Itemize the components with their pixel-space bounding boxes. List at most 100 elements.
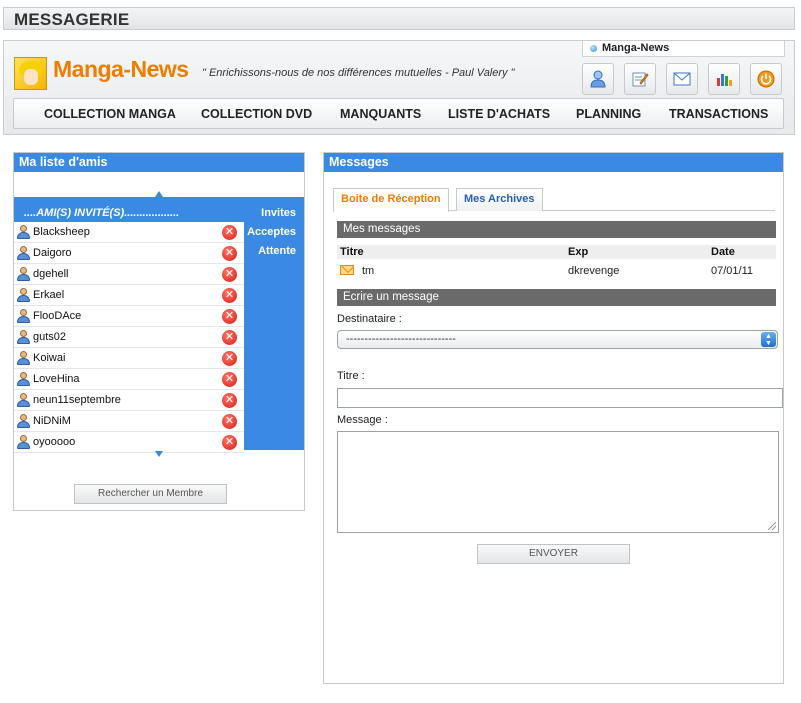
tab-invites[interactable]: Invites	[261, 207, 296, 219]
col-exp: Exp	[568, 246, 589, 258]
tab-inbox[interactable]: Boite de Réception	[333, 188, 449, 212]
user-icon	[17, 288, 30, 302]
friends-list-area: ....AMI(S) INVITÉ(S).................. I…	[14, 197, 304, 453]
friend-name[interactable]: Blacksheep	[33, 226, 90, 238]
remove-friend-icon[interactable]: ✕	[222, 330, 237, 345]
nav-planning[interactable]: PLANNING	[576, 107, 641, 121]
inbox-section-header: Mes messages	[337, 221, 776, 238]
friend-name[interactable]: Koiwai	[33, 352, 65, 364]
site-switcher[interactable]: Manga-News	[582, 41, 785, 57]
nav-liste-achats[interactable]: LISTE D'ACHATS	[448, 107, 550, 121]
title-label: Titre :	[337, 370, 365, 382]
nav-collection-dvd[interactable]: COLLECTION DVD	[201, 107, 312, 121]
user-icon	[17, 246, 30, 260]
friend-name[interactable]: Erkael	[33, 289, 64, 301]
friend-row[interactable]: Koiwai ✕	[14, 348, 244, 369]
logo-text[interactable]: Manga-News	[53, 56, 189, 83]
bullet-icon	[590, 45, 597, 52]
remove-friend-icon[interactable]: ✕	[222, 267, 237, 282]
power-icon	[757, 70, 775, 88]
col-date: Date	[711, 246, 735, 258]
message-row[interactable]: tm dkrevenge 07/01/11	[337, 263, 776, 279]
invited-friends-header: ....AMI(S) INVITÉ(S)..................	[24, 207, 180, 219]
mail-icon	[673, 72, 691, 86]
logo-image[interactable]	[14, 57, 47, 90]
friend-row[interactable]: LoveHina ✕	[14, 369, 244, 390]
search-member-button[interactable]: Rechercher un Membre	[74, 484, 227, 504]
message-tabs: Boite de Réception Mes Archives	[333, 188, 775, 212]
edit-icon	[632, 72, 649, 87]
user-icon	[17, 372, 30, 386]
friend-row[interactable]: Erkael ✕	[14, 285, 244, 306]
friend-list: Blacksheep ✕ Daigoro ✕ dgehell ✕ Erkael ✕ FlooDA…	[14, 222, 244, 453]
scroll-down-icon[interactable]	[155, 451, 163, 457]
message-textarea[interactable]	[337, 431, 779, 533]
message-title[interactable]: tm	[362, 265, 374, 277]
logout-button[interactable]	[750, 63, 782, 95]
send-button[interactable]: ENVOYER	[477, 544, 630, 564]
stats-button[interactable]	[708, 63, 740, 95]
recipient-select[interactable]: ------------------------------ ▲ ▼	[337, 330, 778, 349]
user-icon	[17, 414, 30, 428]
remove-friend-icon[interactable]: ✕	[222, 414, 237, 429]
user-icon	[17, 351, 30, 365]
remove-friend-icon[interactable]: ✕	[222, 288, 237, 303]
remove-friend-icon[interactable]: ✕	[222, 309, 237, 324]
site-header: Manga-News Manga-News " Enrichissons-nou…	[3, 40, 795, 135]
bar-chart-icon	[717, 74, 732, 86]
recipient-value: ------------------------------	[346, 333, 456, 345]
friend-name[interactable]: oyooooo	[33, 436, 75, 448]
page-title-bar: MESSAGERIE	[3, 7, 795, 30]
profile-button[interactable]	[582, 63, 614, 95]
friend-row[interactable]: neun11septembre ✕	[14, 390, 244, 411]
remove-friend-icon[interactable]: ✕	[222, 435, 237, 450]
user-icon	[17, 330, 30, 344]
friend-name[interactable]: FlooDAce	[33, 310, 81, 322]
remove-friend-icon[interactable]: ✕	[222, 393, 237, 408]
user-icon	[17, 393, 30, 407]
message-label: Message :	[337, 414, 388, 426]
tab-attente[interactable]: Attente	[258, 245, 296, 257]
friend-row[interactable]: dgehell ✕	[14, 264, 244, 285]
friend-name[interactable]: dgehell	[33, 268, 68, 280]
friends-panel: Ma liste d'amis ....AMI(S) INVITÉ(S)....…	[13, 152, 305, 511]
friend-row[interactable]: Daigoro ✕	[14, 243, 244, 264]
col-titre: Titre	[340, 246, 364, 258]
mail-button[interactable]	[666, 63, 698, 95]
nav-collection-manga[interactable]: COLLECTION MANGA	[44, 107, 176, 121]
user-icon	[17, 267, 30, 281]
compose-section-header: Ecrire un message	[337, 289, 776, 306]
envelope-icon	[340, 265, 354, 275]
user-icon	[17, 309, 30, 323]
friend-name[interactable]: LoveHina	[33, 373, 79, 385]
friend-name[interactable]: Daigoro	[33, 247, 72, 259]
tab-acceptes[interactable]: Acceptes	[247, 226, 296, 238]
nav-transactions[interactable]: TRANSACTIONS	[669, 107, 768, 121]
friend-row[interactable]: oyooooo ✕	[14, 432, 244, 453]
friend-row[interactable]: guts02 ✕	[14, 327, 244, 348]
friend-row[interactable]: FlooDAce ✕	[14, 306, 244, 327]
messages-panel-title: Messages	[324, 153, 783, 172]
friend-row[interactable]: NiDNiM ✕	[14, 411, 244, 432]
nav-manquants[interactable]: MANQUANTS	[340, 107, 421, 121]
message-sender: dkrevenge	[568, 265, 620, 277]
message-date: 07/01/11	[711, 265, 754, 277]
edit-button[interactable]	[624, 63, 656, 95]
user-icon	[17, 435, 30, 449]
title-input[interactable]	[337, 388, 783, 408]
remove-friend-icon[interactable]: ✕	[222, 225, 237, 240]
user-icon	[590, 70, 606, 88]
friend-name[interactable]: neun11septembre	[33, 394, 121, 406]
page-title: MESSAGERIE	[14, 10, 130, 29]
remove-friend-icon[interactable]: ✕	[222, 372, 237, 387]
friend-name[interactable]: NiDNiM	[33, 415, 71, 427]
tab-archives[interactable]: Mes Archives	[456, 188, 543, 211]
select-arrows-icon: ▲ ▼	[761, 332, 776, 347]
recipient-label: Destinataire :	[337, 313, 402, 325]
remove-friend-icon[interactable]: ✕	[222, 246, 237, 261]
resize-grip-icon[interactable]	[768, 522, 776, 530]
messages-panel: Messages Boite de Réception Mes Archives…	[323, 152, 784, 684]
friend-name[interactable]: guts02	[33, 331, 66, 343]
friend-row[interactable]: Blacksheep ✕	[14, 222, 244, 243]
remove-friend-icon[interactable]: ✕	[222, 351, 237, 366]
